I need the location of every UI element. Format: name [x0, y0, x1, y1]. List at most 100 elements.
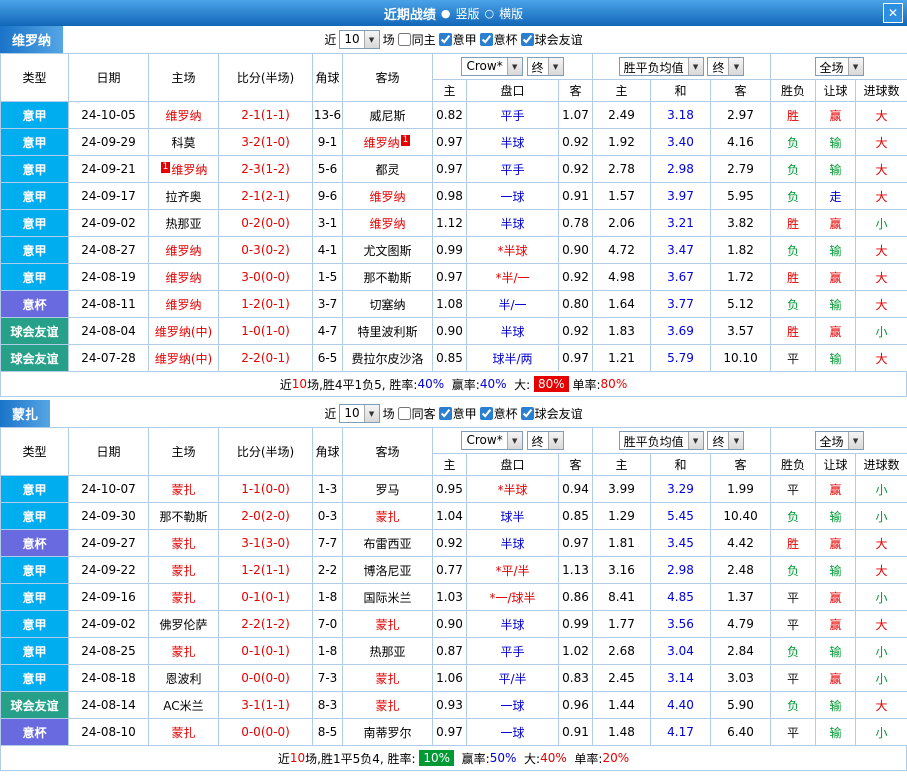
home-team[interactable]: 热那亚 [149, 210, 219, 237]
match-type: 意甲 [1, 156, 69, 183]
away-team[interactable]: 尤文图斯 [343, 237, 433, 264]
col-goals-result: 进球数 [856, 454, 907, 476]
filter-friendly[interactable]: 球会友谊 [521, 405, 583, 422]
away-team[interactable]: 南蒂罗尔 [343, 719, 433, 746]
games-label: 场 [383, 405, 395, 422]
home-team[interactable]: 维罗纳 [149, 237, 219, 264]
home-team[interactable]: 维罗纳 [149, 264, 219, 291]
home-team[interactable]: 维罗纳 [149, 102, 219, 129]
coppa-checkbox[interactable] [480, 33, 493, 46]
handicap-select-group: Crow*▼ 终▼ [433, 428, 593, 454]
titlebar: 近期战绩 ● 竖版 ○ 横版 ✕ [0, 0, 907, 26]
home-team[interactable]: 科莫 [149, 129, 219, 156]
handicap-time-select[interactable]: 终▼ [527, 431, 564, 450]
handicap-home-odds: 0.99 [433, 237, 467, 264]
home-team[interactable]: 蒙扎 [149, 476, 219, 503]
away-team[interactable]: 维罗纳 [343, 210, 433, 237]
home-team[interactable]: 蒙扎 [149, 584, 219, 611]
scope-select[interactable]: 全场▼ [815, 57, 864, 76]
filter-coppa[interactable]: 意杯 [480, 405, 518, 422]
away-team[interactable]: 蒙扎 [343, 503, 433, 530]
col-handicap-away: 客 [559, 80, 593, 102]
handicap-away-odds: 0.96 [559, 692, 593, 719]
home-team[interactable]: AC米兰 [149, 692, 219, 719]
handicap-line: 半球 [467, 530, 559, 557]
radio-unselected-icon[interactable]: ○ [485, 7, 495, 20]
away-team[interactable]: 都灵 [343, 156, 433, 183]
handicap-away-odds: 1.02 [559, 638, 593, 665]
away-team[interactable]: 特里波利斯 [343, 318, 433, 345]
friendly-checkbox[interactable] [521, 33, 534, 46]
home-team[interactable]: 维罗纳(中) [149, 318, 219, 345]
handicap-line: 一球 [467, 692, 559, 719]
home-team[interactable]: 拉齐奥 [149, 183, 219, 210]
handicap-time-select[interactable]: 终▼ [527, 57, 564, 76]
away-team[interactable]: 蒙扎 [343, 692, 433, 719]
away-team[interactable]: 切塞纳 [343, 291, 433, 318]
layout-vertical-option[interactable]: 竖版 [455, 5, 479, 22]
same-venue-checkbox[interactable] [398, 407, 411, 420]
team-text: 蒙扎 [171, 591, 195, 605]
result-outcome: 胜 [771, 264, 816, 291]
home-team[interactable]: 蒙扎 [149, 719, 219, 746]
serie-a-checkbox[interactable] [439, 407, 452, 420]
match-row: 意甲24-09-211维罗纳2-3(1-2)5-6都灵0.97平手0.922.7… [1, 156, 907, 183]
home-team[interactable]: 佛罗伦萨 [149, 611, 219, 638]
away-team[interactable]: 布雷西亚 [343, 530, 433, 557]
handicap-line: 平手 [467, 102, 559, 129]
col-handicap-away: 客 [559, 454, 593, 476]
home-team[interactable]: 恩波利 [149, 665, 219, 692]
avg-odds-select[interactable]: 胜平负均值▼ [619, 431, 704, 450]
away-team[interactable]: 费拉尔皮沙洛 [343, 345, 433, 372]
avg-away-odds: 1.37 [711, 584, 771, 611]
friendly-checkbox[interactable] [521, 407, 534, 420]
scope-select[interactable]: 全场▼ [815, 431, 864, 450]
home-team[interactable]: 那不勒斯 [149, 503, 219, 530]
avg-odds-select[interactable]: 胜平负均值▼ [619, 57, 704, 76]
result-outcome: 负 [771, 183, 816, 210]
goals-outcome: 大 [856, 183, 907, 210]
corner-count: 1-5 [313, 264, 343, 291]
home-team[interactable]: 维罗纳 [149, 291, 219, 318]
away-team[interactable]: 蒙扎 [343, 611, 433, 638]
away-team[interactable]: 威尼斯 [343, 102, 433, 129]
team-text: 尤文图斯 [363, 244, 411, 258]
filter-friendly[interactable]: 球会友谊 [521, 31, 583, 48]
avg-time-select[interactable]: 终▼ [707, 431, 744, 450]
close-icon[interactable]: ✕ [883, 3, 903, 23]
serie-a-checkbox[interactable] [439, 33, 452, 46]
match-count-select[interactable]: 10▼ [339, 30, 379, 49]
home-team[interactable]: 蒙扎 [149, 530, 219, 557]
match-date: 24-09-21 [69, 156, 149, 183]
away-team[interactable]: 罗马 [343, 476, 433, 503]
filter-serie-a[interactable]: 意甲 [439, 31, 477, 48]
match-count-select[interactable]: 10▼ [339, 404, 379, 423]
summary-segment: 赢率: [454, 750, 490, 767]
coppa-checkbox[interactable] [480, 407, 493, 420]
radio-selected-icon[interactable]: ● [441, 7, 451, 20]
filter-coppa[interactable]: 意杯 [480, 31, 518, 48]
home-team[interactable]: 1维罗纳 [149, 156, 219, 183]
bookmaker-select[interactable]: Crow*▼ [461, 431, 522, 450]
layout-horizontal-option[interactable]: 横版 [499, 5, 523, 22]
filter-same-venue[interactable]: 同客 [398, 405, 436, 422]
avg-draw-odds: 3.97 [651, 183, 711, 210]
away-team[interactable]: 国际米兰 [343, 584, 433, 611]
avg-time-select[interactable]: 终▼ [707, 57, 744, 76]
match-date: 24-08-27 [69, 237, 149, 264]
away-team[interactable]: 维罗纳 [343, 183, 433, 210]
handicap-away-odds: 0.85 [559, 503, 593, 530]
away-team[interactable]: 维罗纳1 [343, 129, 433, 156]
home-team[interactable]: 蒙扎 [149, 638, 219, 665]
filter-serie-a[interactable]: 意甲 [439, 405, 477, 422]
away-team[interactable]: 博洛尼亚 [343, 557, 433, 584]
filter-same-venue[interactable]: 同主 [398, 31, 436, 48]
home-team[interactable]: 蒙扎 [149, 557, 219, 584]
same-venue-checkbox[interactable] [398, 33, 411, 46]
away-team[interactable]: 热那亚 [343, 638, 433, 665]
bookmaker-select[interactable]: Crow*▼ [461, 57, 522, 76]
away-team[interactable]: 那不勒斯 [343, 264, 433, 291]
home-team[interactable]: 维罗纳(中) [149, 345, 219, 372]
away-team[interactable]: 蒙扎 [343, 665, 433, 692]
handicap-home-odds: 0.97 [433, 156, 467, 183]
